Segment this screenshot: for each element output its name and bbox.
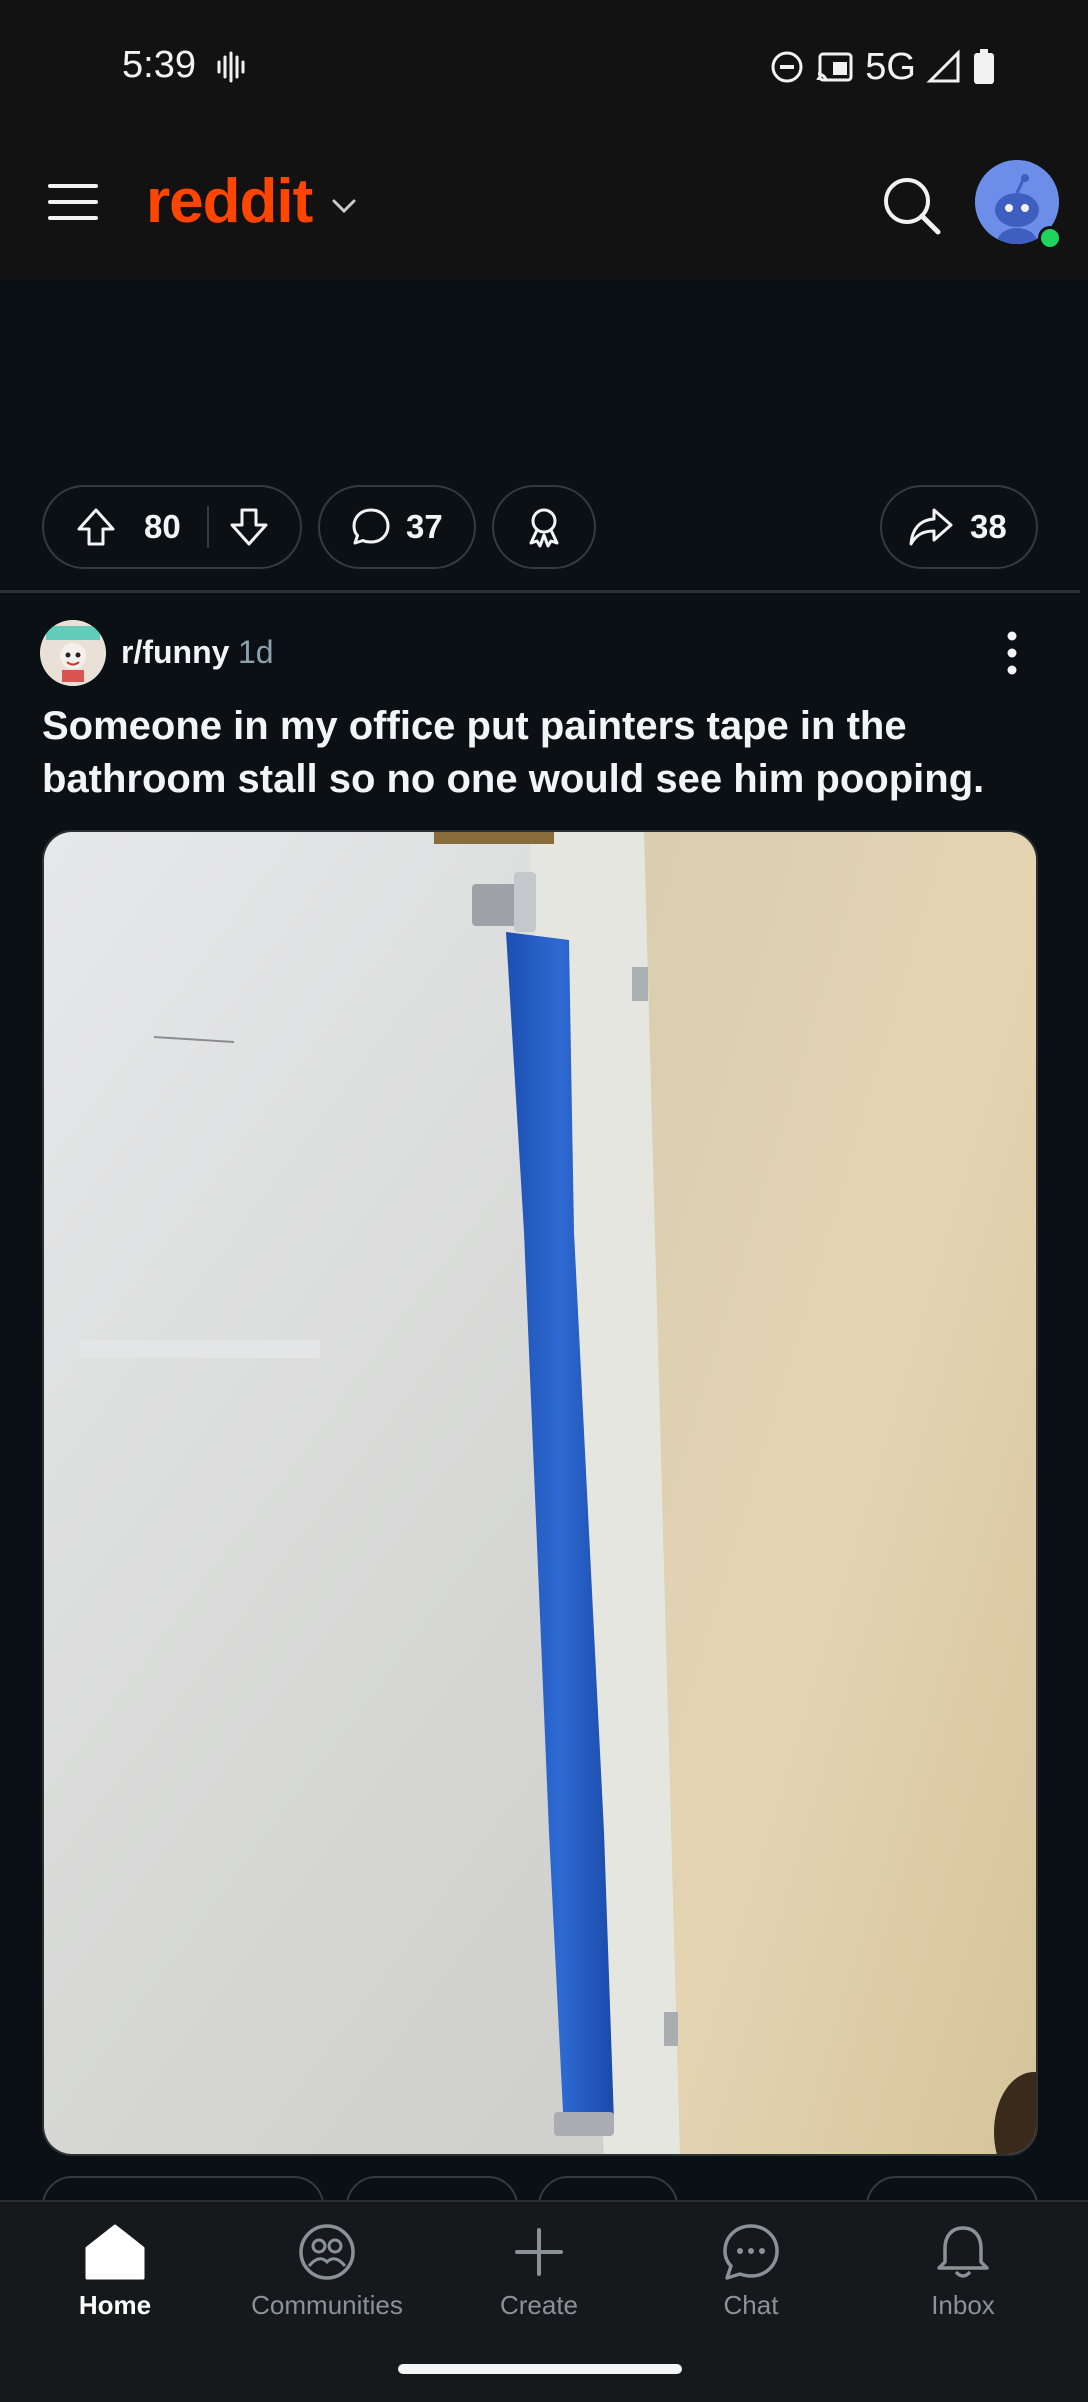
feed-selector[interactable]: reddit	[146, 166, 358, 237]
award-button[interactable]	[492, 485, 596, 569]
nav-create-label: Create	[499, 2290, 579, 2320]
status-icons: 5G	[769, 44, 996, 90]
subreddit-name[interactable]: r/funny	[121, 634, 229, 671]
nav-chat[interactable]: Chat	[656, 2222, 846, 2321]
award-ribbon-icon	[529, 508, 559, 548]
post-photo	[44, 832, 1036, 2154]
battery-icon	[974, 49, 994, 84]
subreddit-icon	[40, 620, 106, 686]
comments-button[interactable]: 37	[318, 485, 476, 569]
signal-icon	[926, 49, 960, 83]
nav-create[interactable]: Create	[444, 2222, 634, 2321]
reddit-logo: reddit	[146, 167, 313, 236]
plus-icon	[515, 2228, 563, 2276]
share-arrow-icon	[909, 508, 953, 546]
post-age: 1d	[238, 634, 274, 670]
search-icon[interactable]	[880, 174, 942, 236]
app-header: reddit	[0, 130, 1088, 280]
share-button[interactable]: 38	[880, 485, 1038, 569]
upvote-arrow-icon[interactable]	[74, 505, 118, 549]
status-bar: 5:39 5G	[0, 0, 1088, 130]
vibrate-icon	[217, 51, 245, 83]
comment-count: 37	[406, 508, 443, 545]
nav-home[interactable]: Home	[20, 2222, 210, 2321]
home-indicator[interactable]	[398, 2364, 682, 2374]
more-vertical-icon[interactable]	[1000, 630, 1024, 676]
post-divider	[0, 590, 1080, 593]
nav-inbox-label: Inbox	[931, 2290, 995, 2320]
nav-communities-label: Communities	[251, 2290, 403, 2320]
share-count: 38	[970, 508, 1007, 545]
home-icon	[85, 2224, 145, 2280]
online-status-dot	[1038, 226, 1062, 250]
menu-icon[interactable]	[48, 182, 98, 222]
nav-inbox[interactable]: Inbox	[868, 2222, 1058, 2321]
do-not-disturb-icon	[771, 51, 803, 83]
feed-spacer	[0, 280, 1088, 480]
vote-pill: 80	[42, 485, 302, 569]
post-image[interactable]	[42, 830, 1038, 2156]
chat-icon	[723, 2224, 779, 2280]
chevron-down-icon	[332, 199, 356, 213]
nav-home-label: Home	[78, 2290, 152, 2320]
downvote-arrow-icon[interactable]	[227, 505, 271, 549]
cast-icon	[816, 52, 853, 82]
status-time: 5:39	[122, 44, 196, 86]
vote-divider	[206, 506, 209, 548]
communities-icon	[299, 2224, 355, 2280]
subreddit-avatar[interactable]	[40, 620, 106, 686]
nav-communities[interactable]: Communities	[232, 2222, 422, 2321]
post-title[interactable]: Someone in my office put painters tape i…	[42, 700, 1042, 806]
bell-icon	[937, 2226, 989, 2278]
nav-chat-label: Chat	[723, 2290, 779, 2320]
comment-bubble-icon	[352, 508, 390, 545]
network-type: 5G	[865, 45, 916, 88]
vote-count: 80	[144, 508, 181, 545]
